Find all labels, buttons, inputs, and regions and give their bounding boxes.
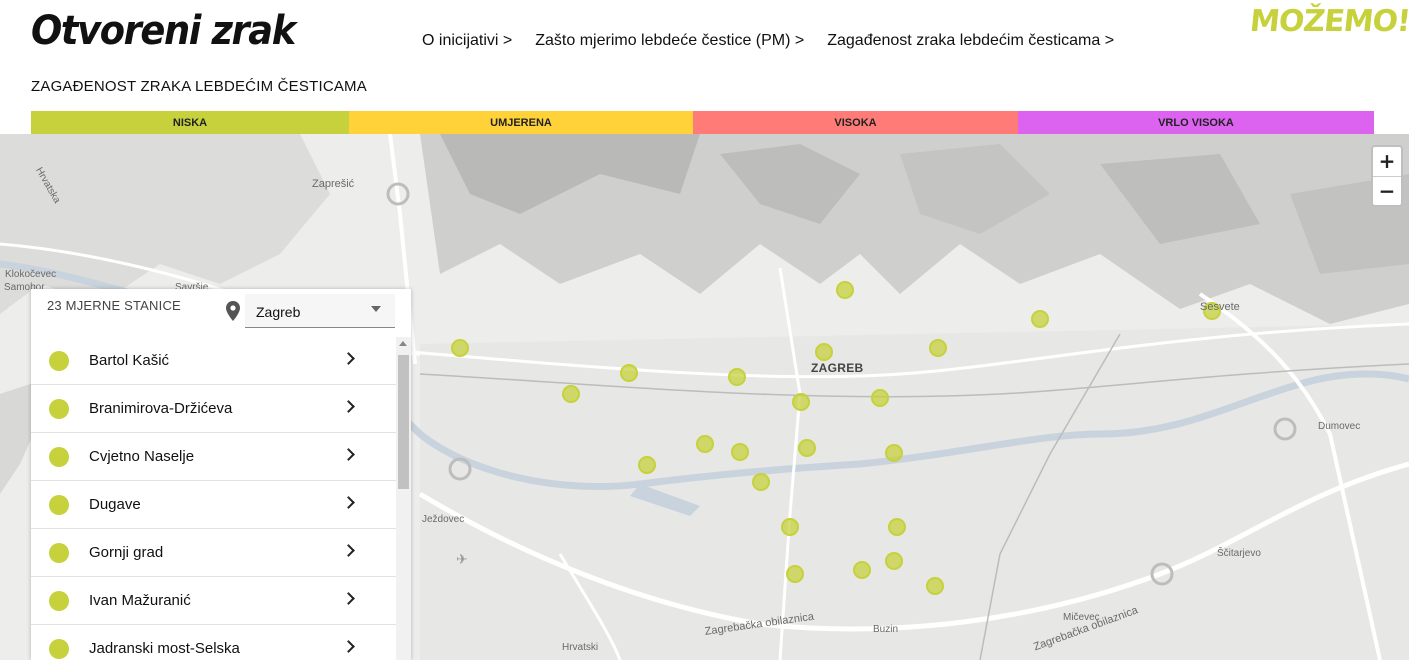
chevron-right-icon (342, 352, 355, 365)
station-marker[interactable] (752, 473, 770, 491)
station-marker[interactable] (731, 443, 749, 461)
station-marker[interactable] (885, 552, 903, 570)
nav-link-pollution[interactable]: Zagađenost zraka lebdećim česticama > (827, 32, 1114, 50)
station-marker[interactable] (885, 444, 903, 462)
legend-low: NISKA (31, 111, 349, 134)
status-dot-icon (49, 591, 69, 611)
station-marker[interactable] (562, 385, 580, 403)
station-row[interactable]: Ivan Mažuranić (31, 577, 396, 625)
legend-high: VISOKA (693, 111, 1018, 134)
status-dot-icon (49, 447, 69, 467)
chevron-right-icon (342, 544, 355, 557)
legend-moderate: UMJERENA (349, 111, 693, 134)
chevron-right-icon (342, 400, 355, 413)
nav-link-why-measure[interactable]: Zašto mjerimo lebdeće čestice (PM) > (535, 32, 804, 50)
station-name: Branimirova-Držićeva (89, 400, 233, 417)
airport-icon: ✈ (456, 552, 468, 568)
station-marker[interactable] (815, 343, 833, 361)
station-list: Bartol Kašić Branimirova-Držićeva Cvjetn… (31, 337, 396, 660)
map-label-buzin: Buzin (873, 624, 899, 635)
status-dot-icon (49, 399, 69, 419)
status-dot-icon (49, 351, 69, 371)
caret-down-icon (371, 306, 381, 312)
station-name: Dugave (89, 496, 141, 513)
station-row[interactable]: Jadranski most-Selska (31, 625, 396, 660)
scroll-thumb[interactable] (398, 355, 409, 489)
station-marker[interactable] (696, 435, 714, 453)
station-marker[interactable] (792, 393, 810, 411)
station-marker[interactable] (929, 339, 947, 357)
station-marker[interactable] (638, 456, 656, 474)
station-marker[interactable] (451, 339, 469, 357)
station-row[interactable]: Cvjetno Naselje (31, 433, 396, 481)
station-list-scrollbar[interactable] (396, 337, 411, 660)
page-subtitle: ZAGAĐENOST ZRAKA LEBDEĆIM ČESTICAMA (31, 78, 367, 95)
station-marker[interactable] (728, 368, 746, 386)
station-marker[interactable] (786, 565, 804, 583)
station-marker[interactable] (888, 518, 906, 536)
chevron-right-icon (342, 496, 355, 509)
station-row[interactable]: Bartol Kašić (31, 337, 396, 385)
station-marker[interactable] (781, 518, 799, 536)
legend-very-high: VRLO VISOKA (1018, 111, 1374, 134)
station-marker[interactable] (871, 389, 889, 407)
city-select-value: Zagreb (256, 304, 301, 320)
station-panel: 23 MJERNE STANICE Zagreb Bartol Kašić Br… (31, 289, 411, 660)
station-panel-header: 23 MJERNE STANICE Zagreb (31, 289, 411, 331)
station-marker[interactable] (926, 577, 944, 595)
status-dot-icon (49, 639, 69, 659)
location-pin-icon (226, 301, 240, 321)
city-select[interactable]: Zagreb (245, 294, 395, 328)
nav-link-about[interactable]: O inicijativi > (422, 32, 512, 50)
map-label-jezdovec: Ježdovec (422, 514, 465, 525)
station-name: Ivan Mažuranić (89, 592, 191, 609)
site-title[interactable]: Otvoreni zrak (31, 8, 296, 54)
status-dot-icon (49, 495, 69, 515)
west-hills (0, 134, 330, 314)
zoom-in-button[interactable]: + (1373, 147, 1401, 177)
status-dot-icon (49, 543, 69, 563)
map-label-klokocevec: Klokočevec (5, 269, 57, 280)
station-count: 23 MJERNE STANICE (47, 298, 181, 313)
urban-area (420, 324, 1409, 660)
station-marker[interactable] (853, 561, 871, 579)
station-marker[interactable] (836, 281, 854, 299)
station-name: Bartol Kašić (89, 352, 170, 369)
brand-logo[interactable]: MOŽEMO! (1248, 4, 1409, 39)
map-label-sesvete: Sesvete (1200, 301, 1240, 313)
station-row[interactable]: Dugave (31, 481, 396, 529)
station-name: Gornji grad (89, 544, 164, 561)
zoom-control: + − (1371, 145, 1403, 207)
station-name: Jadranski most-Selska (89, 640, 240, 657)
station-marker[interactable] (620, 364, 638, 382)
scroll-up-arrow-icon[interactable] (399, 341, 407, 346)
map-label-zagreb: ZAGREB (811, 361, 864, 375)
pollution-legend: NISKA UMJERENA VISOKA VRLO VISOKA (31, 111, 1374, 134)
station-row[interactable]: Branimirova-Držićeva (31, 385, 396, 433)
chevron-right-icon (342, 448, 355, 461)
top-nav: O inicijativi > Zašto mjerimo lebdeće če… (422, 32, 1114, 50)
map-label-zapresic: Zaprešić (312, 178, 355, 190)
chevron-right-icon (342, 592, 355, 605)
map-label-dumovec: Dumovec (1318, 421, 1361, 432)
station-marker[interactable] (798, 439, 816, 457)
station-row[interactable]: Gornji grad (31, 529, 396, 577)
app-root: Otvoreni zrak O inicijativi > Zašto mjer… (0, 0, 1409, 660)
chevron-right-icon (342, 640, 355, 653)
map-label-hrvatski: Hrvatski (562, 642, 599, 653)
station-marker[interactable] (1031, 310, 1049, 328)
station-name: Cvjetno Naselje (89, 448, 195, 465)
zoom-out-button[interactable]: − (1373, 176, 1401, 205)
map-label-scitarjevo: Ščitarjevo (1217, 548, 1261, 559)
